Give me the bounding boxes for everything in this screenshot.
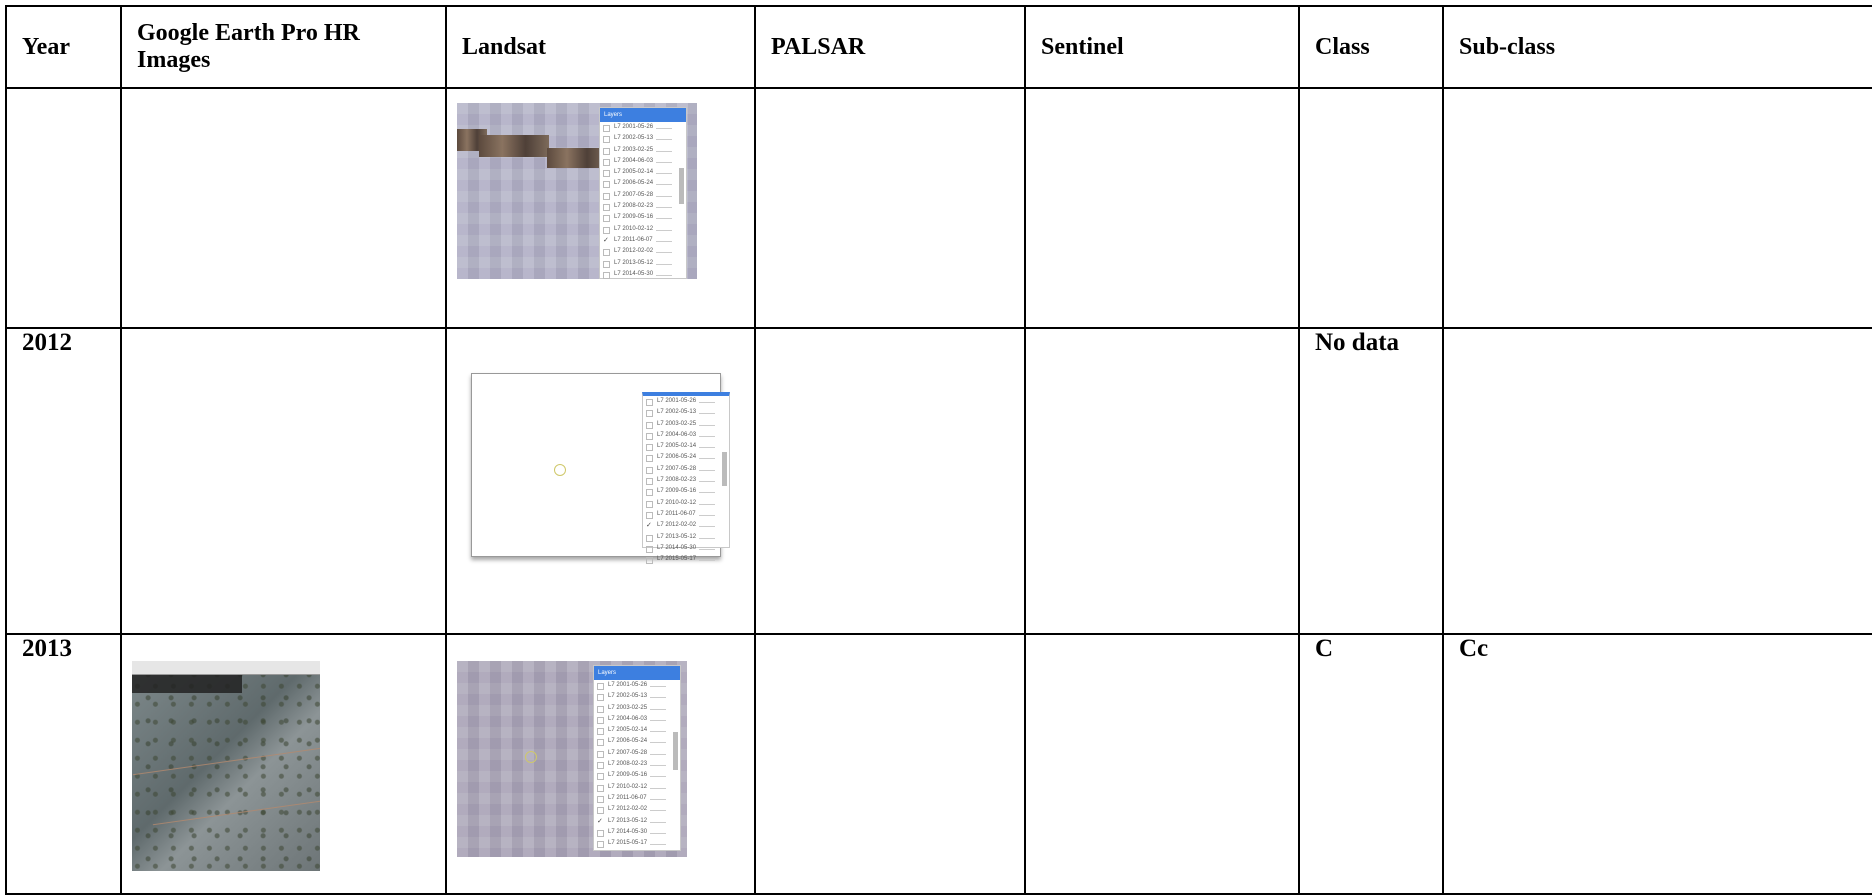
cell-sentinel <box>1024 87 1300 329</box>
layer-item[interactable]: L7 2008-02-23 <box>600 201 686 212</box>
layer-item[interactable]: L7 2009-05-16 <box>600 212 686 223</box>
cell-landsat: Layers L7 2001-05-26 L7 2002-05-13 L7 2003… <box>445 87 756 329</box>
col-subclass: Sub-class <box>1442 5 1872 89</box>
layer-item[interactable]: L7 2015-05-17 <box>643 554 729 565</box>
layer-item[interactable]: L7 2008-02-23 <box>643 475 729 486</box>
layer-item[interactable]: L7 2006-05-24 <box>594 736 680 747</box>
cell-landsat: Layers L7 2001-05-26 L7 2002-05-13 L7 2003… <box>445 633 756 895</box>
table-row: 2012 L7 2001-05-26 L7 2002-05-13 L7 2003-0… <box>5 327 1872 635</box>
layer-item[interactable]: L7 2013-05-12 <box>600 258 686 269</box>
cell-palsar <box>754 327 1026 635</box>
layer-item[interactable]: L7 2004-06-03 <box>600 156 686 167</box>
layer-item[interactable]: L7 2011-06-07 <box>594 793 680 804</box>
layer-item[interactable]: L7 2011-06-07 <box>600 235 686 246</box>
cell-subclass: Cc <box>1442 633 1872 895</box>
layer-item[interactable]: L7 2001-05-26 <box>600 122 686 133</box>
layer-item[interactable]: L7 2005-02-14 <box>600 167 686 178</box>
cell-landsat: L7 2001-05-26 L7 2002-05-13 L7 2003-02-25 L… <box>445 327 756 635</box>
layers-panel: Layers L7 2001-05-26 L7 2002-05-13 L7 2003… <box>599 107 687 279</box>
data-table: Year Google Earth Pro HR Images Landsat … <box>5 5 1872 895</box>
cell-sentinel <box>1024 633 1300 895</box>
layer-item[interactable]: L7 2004-06-03 <box>643 430 729 441</box>
layer-item[interactable]: L7 2006-05-24 <box>643 452 729 463</box>
layers-panel-title: Layers <box>594 666 680 680</box>
layer-item[interactable]: L7 2001-05-26 <box>643 396 729 407</box>
layer-item[interactable]: L7 2004-06-03 <box>594 714 680 725</box>
layer-item[interactable]: L7 2013-05-12 <box>643 532 729 543</box>
google-earth-thumbnail <box>132 661 320 871</box>
layer-item[interactable]: L7 2003-02-25 <box>594 703 680 714</box>
layer-item[interactable]: L7 2010-02-12 <box>600 224 686 235</box>
col-sentinel: Sentinel <box>1024 5 1300 89</box>
layer-item[interactable]: L7 2012-02-02 <box>594 804 680 815</box>
cursor-marker <box>554 464 566 476</box>
table-row: 2013 Layers L7 2001-05-26 L7 2002-05-13 L7… <box>5 633 1872 895</box>
layer-item[interactable]: L7 2011-06-07 <box>643 509 729 520</box>
cell-google-earth <box>120 87 447 329</box>
cell-year: 2012 <box>5 327 122 635</box>
layer-item[interactable]: L7 2002-05-13 <box>600 133 686 144</box>
navigation-controls-icon <box>132 675 242 693</box>
cell-class <box>1298 87 1444 329</box>
col-google-earth: Google Earth Pro HR Images <box>120 5 447 89</box>
layer-item[interactable]: L7 2001-05-26 <box>594 680 680 691</box>
layer-item[interactable]: L7 2003-02-25 <box>643 419 729 430</box>
layer-item[interactable]: L7 2002-05-13 <box>643 407 729 418</box>
cell-subclass <box>1442 327 1872 635</box>
layers-panel-title: Layers <box>600 108 686 122</box>
cell-subclass <box>1442 87 1872 329</box>
layers-panel: L7 2001-05-26 L7 2002-05-13 L7 2003-02-25 L… <box>642 392 730 565</box>
cell-palsar <box>754 87 1026 329</box>
layer-item[interactable]: L7 2006-05-24 <box>600 178 686 189</box>
cursor-marker <box>525 751 537 763</box>
landsat-thumbnail: Layers L7 2001-05-26 L7 2002-05-13 L7 2003… <box>457 661 687 857</box>
layer-item[interactable]: L7 2005-02-14 <box>643 441 729 452</box>
cell-year: 2013 <box>5 633 122 895</box>
layer-item[interactable]: L7 2002-05-13 <box>594 691 680 702</box>
cell-palsar <box>754 633 1026 895</box>
col-class: Class <box>1298 5 1444 89</box>
toolbar-icon <box>132 661 320 675</box>
cell-year <box>5 87 122 329</box>
layer-item[interactable]: L7 2008-02-23 <box>594 759 680 770</box>
layer-item[interactable]: L7 2014-05-30 <box>600 269 686 279</box>
layer-item[interactable]: L7 2012-02-02 <box>600 246 686 257</box>
layer-item[interactable]: L7 2003-02-25 <box>600 145 686 156</box>
col-year: Year <box>5 5 122 89</box>
layer-item[interactable]: L7 2015-05-17 <box>594 838 680 849</box>
cell-class: No data <box>1298 327 1444 635</box>
layer-item[interactable]: L7 2007-05-28 <box>643 464 729 475</box>
layer-item[interactable]: L7 2014-05-30 <box>643 543 729 554</box>
layers-panel: Layers L7 2001-05-26 L7 2002-05-13 L7 2003… <box>593 665 681 851</box>
cell-google-earth <box>120 327 447 635</box>
layer-item[interactable]: L7 2007-05-28 <box>594 748 680 759</box>
col-palsar: PALSAR <box>754 5 1026 89</box>
layer-item[interactable]: L7 2013-05-12 <box>594 816 680 827</box>
layer-item[interactable]: L7 2009-05-16 <box>594 770 680 781</box>
layer-item[interactable]: L7 2010-02-12 <box>594 782 680 793</box>
cell-sentinel <box>1024 327 1300 635</box>
layer-item[interactable]: L7 2014-05-30 <box>594 827 680 838</box>
table-row: Layers L7 2001-05-26 L7 2002-05-13 L7 2003… <box>5 87 1872 329</box>
layer-item[interactable]: L7 2010-02-12 <box>643 498 729 509</box>
layer-item[interactable]: L7 2005-02-14 <box>594 725 680 736</box>
landsat-thumbnail: L7 2001-05-26 L7 2002-05-13 L7 2003-02-25 L… <box>471 373 730 565</box>
layer-item[interactable]: L7 2012-02-02 <box>643 520 729 531</box>
header-row: Year Google Earth Pro HR Images Landsat … <box>5 5 1872 89</box>
cell-google-earth <box>120 633 447 895</box>
col-landsat: Landsat <box>445 5 756 89</box>
layer-item[interactable]: L7 2009-05-16 <box>643 486 729 497</box>
layer-item[interactable]: L7 2007-05-28 <box>600 190 686 201</box>
cell-class: C <box>1298 633 1444 895</box>
landsat-thumbnail: Layers L7 2001-05-26 L7 2002-05-13 L7 2003… <box>457 103 697 279</box>
